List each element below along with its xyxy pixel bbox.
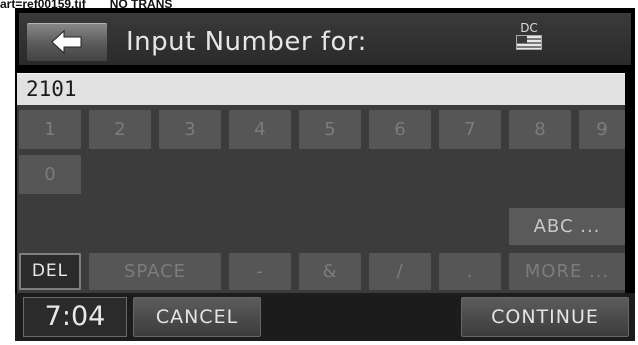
key-1[interactable]: 1	[19, 110, 81, 149]
key-dash[interactable]: -	[229, 253, 291, 290]
entry-value: 2101	[26, 77, 77, 101]
keypad: 1 2 3 4 5 6 7 8 9 0 ABC ... DEL SPACE - …	[17, 105, 625, 293]
key-slash[interactable]: /	[369, 253, 431, 290]
key-9[interactable]: 9	[579, 110, 625, 149]
key-7[interactable]: 7	[439, 110, 501, 149]
delete-button[interactable]: DEL	[19, 253, 81, 290]
key-8[interactable]: 8	[509, 110, 571, 149]
continue-button[interactable]: CONTINUE	[461, 297, 629, 337]
region-label: DC	[520, 21, 538, 35]
bottom-bar: 7:04 CANCEL CONTINUE	[15, 293, 635, 341]
radio-screen: Input Number for: DC 2101 1 2 3 4 5 6 7 …	[15, 8, 635, 341]
number-entry-field[interactable]: 2101	[17, 73, 625, 105]
space-button[interactable]: SPACE	[89, 253, 221, 290]
key-2[interactable]: 2	[89, 110, 151, 149]
key-5[interactable]: 5	[299, 110, 361, 149]
cancel-button[interactable]: CANCEL	[133, 297, 261, 337]
clock-display: 7:04	[23, 297, 127, 337]
key-0[interactable]: 0	[19, 155, 81, 194]
key-6[interactable]: 6	[369, 110, 431, 149]
key-period[interactable]: .	[439, 253, 501, 290]
page-title: Input Number for:	[126, 27, 367, 57]
back-arrow-icon	[51, 29, 82, 55]
key-ampersand[interactable]: &	[299, 253, 361, 290]
key-3[interactable]: 3	[159, 110, 221, 149]
us-flag-icon	[516, 35, 542, 50]
header-bar: Input Number for: DC	[19, 13, 631, 65]
key-4[interactable]: 4	[229, 110, 291, 149]
abc-button[interactable]: ABC ...	[509, 208, 625, 245]
back-button[interactable]	[27, 23, 107, 61]
region-indicator: DC	[509, 22, 549, 50]
more-button[interactable]: MORE ...	[509, 253, 625, 290]
